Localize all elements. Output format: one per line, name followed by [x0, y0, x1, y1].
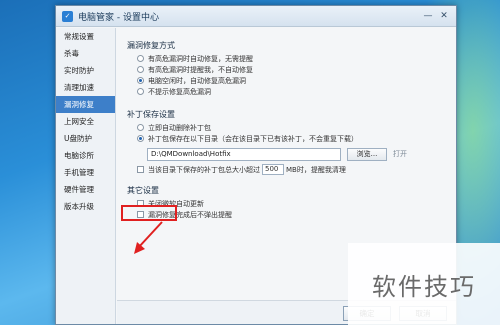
browse-button[interactable]: 浏览...	[347, 147, 387, 161]
radio-button[interactable]	[137, 124, 144, 131]
radio-button-selected[interactable]	[137, 135, 144, 142]
sidebar-item-phone[interactable]: 手机管理	[56, 164, 115, 181]
option-label: 立即自动删除补丁包	[148, 123, 211, 132]
radio-button[interactable]	[137, 55, 144, 62]
option-label: MB时，提醒我清理	[286, 165, 346, 174]
repair-option-idle[interactable]: 电脑空闲时，自动修复高危漏洞	[137, 75, 446, 86]
radio-button-selected[interactable]	[137, 77, 144, 84]
title-bar: ✓ 电脑管家 - 设置中心 — ✕	[56, 6, 456, 27]
minimize-button[interactable]: —	[422, 10, 434, 22]
section-title-repair-mode: 漏洞修复方式	[127, 41, 175, 50]
sidebar-item-web-security[interactable]: 上网安全	[56, 113, 115, 130]
close-button[interactable]: ✕	[438, 10, 450, 22]
option-label: 不提示修复高危漏洞	[148, 87, 211, 96]
section-title-other: 其它设置	[127, 186, 159, 195]
option-label: 有高危漏洞时自动修复，无需提醒	[148, 54, 253, 63]
radio-button[interactable]	[137, 88, 144, 95]
option-label: 有高危漏洞时提醒我，不自动修复	[148, 65, 253, 74]
sidebar-item-realtime[interactable]: 实时防护	[56, 62, 115, 79]
checkbox[interactable]	[137, 166, 144, 173]
shield-icon: ✓	[62, 10, 73, 22]
sidebar-item-cleanup[interactable]: 清理加速	[56, 79, 115, 96]
sidebar: 常规设置 杀毒 实时防护 清理加速 漏洞修复 上网安全 U盘防护 电脑诊所 手机…	[56, 28, 116, 324]
option-label: 当该目录下保存的补丁包总大小超过	[148, 165, 260, 174]
repair-option-remind[interactable]: 有高危漏洞时提醒我，不自动修复	[137, 64, 446, 75]
sidebar-item-usb[interactable]: U盘防护	[56, 130, 115, 147]
section-title-patch-storage: 补丁保存设置	[127, 110, 175, 119]
sidebar-item-upgrade[interactable]: 版本升级	[56, 198, 115, 215]
size-limit-option[interactable]: 当该目录下保存的补丁包总大小超过 500 MB时，提醒我清理	[137, 164, 446, 175]
patch-option-save[interactable]: 补丁包保存在以下目录（会在该目录下已有该补丁，不会重复下载）	[137, 133, 446, 144]
option-label: 补丁包保存在以下目录（会在该目录下已有该补丁，不会重复下载）	[148, 134, 358, 143]
sidebar-item-clinic[interactable]: 电脑诊所	[56, 147, 115, 164]
repair-option-none[interactable]: 不提示修复高危漏洞	[137, 86, 446, 97]
patch-option-delete[interactable]: 立即自动删除补丁包	[137, 122, 446, 133]
other-option-disable-update[interactable]: 关闭微软自动更新	[137, 198, 446, 209]
size-limit-input[interactable]: 500	[262, 164, 284, 175]
option-label: 电脑空闲时，自动修复高危漏洞	[148, 76, 246, 85]
sidebar-item-vulnerability[interactable]: 漏洞修复	[56, 96, 115, 113]
window-title: 电脑管家 - 设置中心	[78, 12, 159, 23]
sidebar-item-hardware[interactable]: 硬件管理	[56, 181, 115, 198]
sidebar-item-general[interactable]: 常规设置	[56, 28, 115, 45]
watermark: 软件技巧	[348, 243, 500, 325]
repair-option-auto[interactable]: 有高危漏洞时自动修复，无需提醒	[137, 53, 446, 64]
arrow-annotation	[134, 221, 163, 254]
patch-path-input[interactable]: D:\QMDownload\Hotfix	[147, 147, 341, 161]
path-row: D:\QMDownload\Hotfix 浏览... 打开	[147, 147, 446, 161]
open-link[interactable]: 打开	[393, 149, 407, 159]
radio-button[interactable]	[137, 66, 144, 73]
sidebar-item-antivirus[interactable]: 杀毒	[56, 45, 115, 62]
